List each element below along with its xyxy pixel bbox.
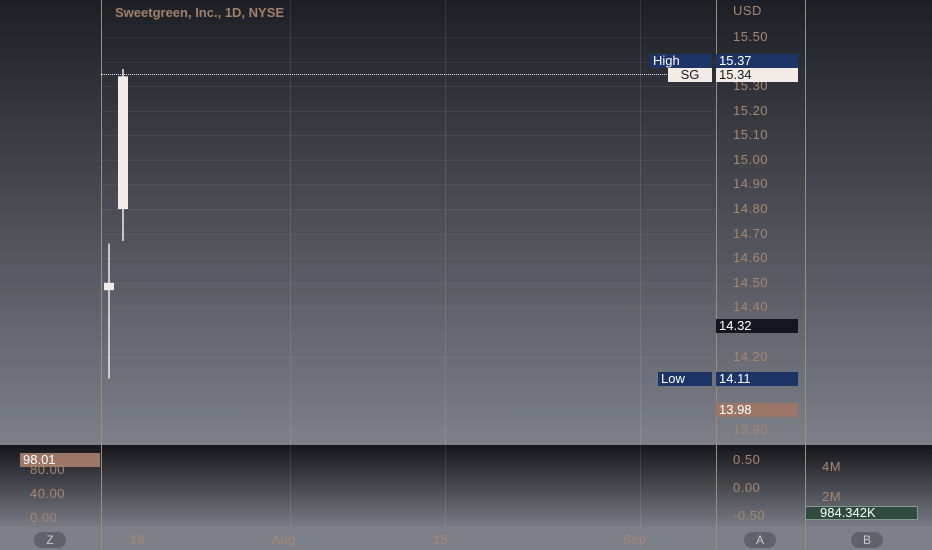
- price-tick-label: 15.00: [733, 151, 769, 167]
- x-tick: 18: [130, 532, 145, 547]
- price-tick-label: 14.70: [733, 225, 769, 241]
- indicator-tick: 40.00: [30, 486, 66, 501]
- volume-value-tag: 984.342K: [805, 506, 918, 520]
- indicator-tick: 80.00: [30, 462, 66, 477]
- price-marker-tag: 14.32: [716, 319, 798, 333]
- indicator-tick: 0.00: [30, 510, 58, 525]
- x-tick: 15: [433, 532, 448, 547]
- price-tick-label: 14.90: [733, 176, 769, 192]
- indicator-tick: 0.50: [733, 452, 761, 467]
- high-label-tag: High: [650, 54, 712, 68]
- auto-scale-button[interactable]: A: [744, 532, 776, 548]
- candle-body: [118, 76, 128, 210]
- price-tick-label: 14.60: [733, 250, 769, 266]
- volume-tick: 2M: [822, 489, 842, 504]
- low-label-tag: Low: [658, 372, 712, 386]
- volume-scale-button[interactable]: B: [851, 532, 883, 548]
- price-marker-tag-2: 13.98: [716, 403, 798, 417]
- price-tick-label: 14.20: [733, 348, 769, 364]
- last-price-tag: 15.34: [716, 68, 798, 82]
- price-tick-label: 15.10: [733, 127, 769, 143]
- price-tick-label: 14.80: [733, 201, 769, 217]
- x-tick: Sep: [623, 532, 647, 547]
- low-value-tag: 14.11: [716, 372, 798, 386]
- price-tick-label: 15.50: [733, 29, 769, 45]
- indicator-tick: -0.50: [733, 508, 766, 523]
- symbol-tag: SG: [668, 68, 712, 82]
- indicator-tick: 0.00: [733, 480, 761, 495]
- price-tick-label: 15.20: [733, 102, 769, 118]
- high-value-tag: 15.37: [716, 54, 798, 68]
- candle-body: [104, 282, 114, 291]
- volume-tick: 4M: [822, 459, 842, 474]
- x-tick: Aug: [272, 532, 296, 547]
- candlestick-series: [104, 68, 128, 379]
- price-tick-label: 13.90: [733, 422, 769, 438]
- zoom-button[interactable]: Z: [34, 532, 66, 548]
- price-tick-label: 14.50: [733, 274, 769, 290]
- price-tick-label: 14.40: [733, 299, 769, 315]
